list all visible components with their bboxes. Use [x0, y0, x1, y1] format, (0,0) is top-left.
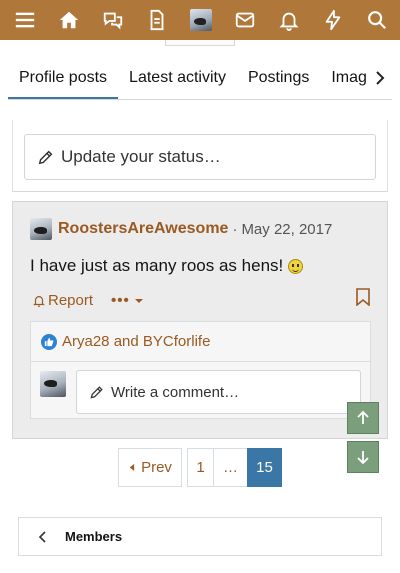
pencil-icon — [38, 150, 53, 165]
post-header: RoostersAreAwesome · May 22, 2017 — [30, 218, 332, 240]
arrow-up-icon — [357, 410, 369, 424]
post-separator: · — [232, 220, 238, 238]
tab-postings[interactable]: Postings — [237, 56, 320, 99]
reaction-users[interactable]: Arya28 and BYCforlife — [62, 333, 210, 350]
profile-post: RoostersAreAwesome · May 22, 2017 I have… — [12, 201, 388, 439]
chevron-left-icon — [38, 530, 46, 543]
comment-area: Write a comment… — [30, 361, 371, 419]
author-link[interactable]: RoostersAreAwesome — [58, 220, 228, 238]
caret-down-icon — [134, 298, 143, 303]
more-options-label: ••• — [111, 292, 130, 309]
author-avatar[interactable] — [30, 218, 52, 240]
post-actions: Report ••• — [32, 292, 144, 309]
report-button[interactable]: Report — [32, 292, 93, 309]
envelope-icon[interactable] — [232, 7, 258, 33]
search-icon[interactable] — [364, 7, 390, 33]
top-navigation-bar — [0, 0, 400, 40]
bell-outline-icon — [33, 295, 45, 307]
write-comment-input[interactable]: Write a comment… — [76, 370, 361, 414]
update-status-input[interactable]: Update your status… — [24, 134, 376, 180]
user-avatar[interactable] — [188, 7, 214, 33]
commenter-avatar — [40, 371, 66, 397]
report-label: Report — [48, 292, 94, 309]
bell-icon[interactable] — [276, 7, 302, 33]
document-icon[interactable] — [144, 7, 170, 33]
scroll-to-bottom-button[interactable] — [347, 441, 379, 473]
prev-page-button[interactable]: Prev — [118, 448, 182, 487]
lightning-icon[interactable] — [320, 7, 346, 33]
page-ellipsis-button[interactable]: … — [213, 448, 248, 487]
update-status-placeholder: Update your status… — [61, 147, 221, 166]
page-15-current[interactable]: 15 — [247, 448, 282, 487]
menu-icon[interactable] — [12, 7, 38, 33]
chat-bubbles-icon[interactable] — [100, 7, 126, 33]
post-body: I have just as many roos as hens! — [30, 256, 304, 276]
post-text: I have just as many roos as hens! — [30, 256, 284, 275]
tabs-scroll-right-icon[interactable] — [368, 56, 392, 99]
status-update-block: Update your status… — [12, 120, 388, 192]
reactions-bar: Arya28 and BYCforlife — [30, 321, 371, 361]
like-icon — [41, 333, 57, 350]
members-label: Members — [65, 529, 123, 544]
members-breadcrumb[interactable]: Members — [18, 517, 382, 556]
tab-latest-activity[interactable]: Latest activity — [118, 56, 237, 99]
home-icon[interactable] — [56, 7, 82, 33]
prev-page-label: Prev — [141, 459, 172, 476]
more-options-button[interactable]: ••• — [111, 292, 144, 309]
tab-profile-posts[interactable]: Profile posts — [8, 56, 119, 99]
arrow-down-icon — [357, 451, 369, 465]
page-1-button[interactable]: 1 — [187, 448, 214, 487]
profile-tabs: Profile posts Latest activity Postings I… — [8, 56, 392, 100]
collapsed-panel-edge — [165, 40, 235, 46]
caret-left-icon — [129, 464, 135, 471]
pencil-icon — [90, 386, 103, 399]
write-comment-placeholder: Write a comment… — [111, 383, 240, 401]
scroll-to-top-button[interactable] — [347, 402, 379, 434]
post-date[interactable]: May 22, 2017 — [241, 221, 332, 238]
bookmark-icon[interactable] — [355, 288, 371, 306]
smiley-icon — [288, 258, 304, 274]
